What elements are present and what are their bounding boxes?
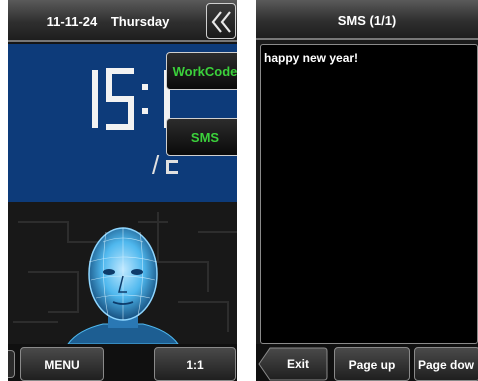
attendance-bottom-bar: MENU 1:1: [8, 344, 237, 381]
ratio-button[interactable]: 1:1: [154, 347, 236, 381]
weekday-text: Thursday: [110, 14, 170, 29]
date-display: 11-11-24 Thursday: [8, 0, 208, 42]
sms-screen: SMS (1/1) happy new year! Exit Page up P…: [256, 0, 478, 381]
sms-bottom-bar: Exit Page up Page dow: [256, 344, 478, 381]
workcode-button[interactable]: WorkCode: [166, 52, 237, 90]
exit-button[interactable]: Exit: [258, 347, 328, 381]
page-down-button[interactable]: Page dow: [414, 347, 478, 381]
collapse-button[interactable]: [206, 3, 236, 39]
message-panel: happy new year!: [260, 44, 478, 344]
exit-label: Exit: [286, 357, 309, 371]
double-chevron-left-icon: [211, 11, 231, 33]
left-edge-tab: [8, 350, 15, 378]
date-text: 11-11-24: [46, 14, 98, 29]
menu-button[interactable]: MENU: [20, 347, 104, 381]
date-header: 11-11-24 Thursday: [8, 0, 237, 42]
face-scan-icon: [67, 227, 179, 344]
message-text: happy new year!: [264, 51, 359, 65]
face-scan-area: [8, 202, 237, 344]
attendance-screen: 11-11-24 Thursday / WorkCode SMS MENU 1:…: [8, 0, 237, 381]
svg-text:/: /: [152, 150, 160, 180]
sms-button[interactable]: SMS: [166, 118, 237, 156]
sms-title: SMS (1/1): [256, 0, 478, 40]
page-up-button[interactable]: Page up: [334, 347, 410, 381]
